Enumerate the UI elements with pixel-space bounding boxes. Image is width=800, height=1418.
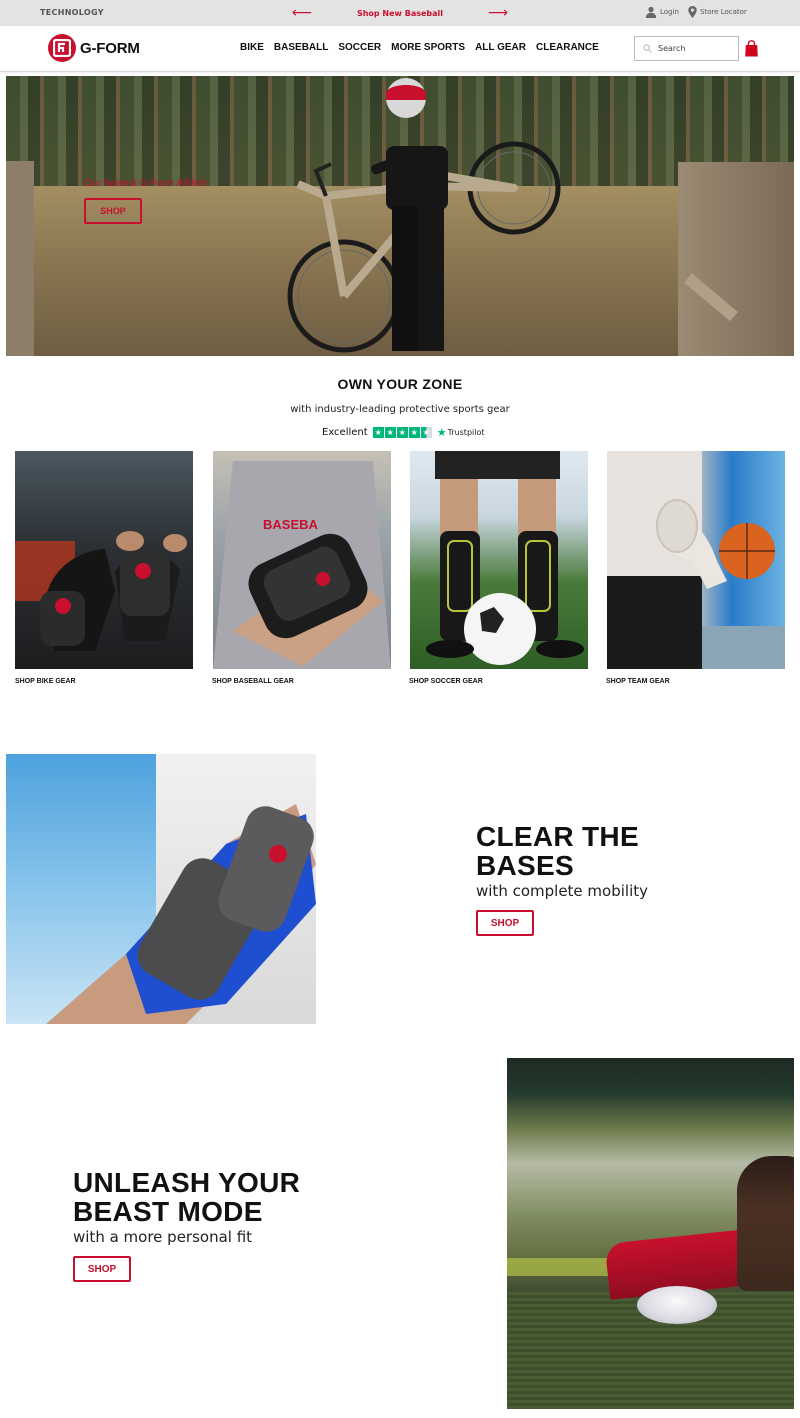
clear-the-bases-image — [6, 754, 316, 1024]
trustpilot-rating[interactable]: Excellent ★ ★ ★ ★ ★ ★ Trustpilot — [322, 426, 485, 439]
zone-title: OWN YOUR ZONE — [337, 376, 463, 392]
unleash-subtitle: with a more personal fit — [73, 1228, 253, 1246]
clear-the-bases-title-2: BASES — [476, 850, 574, 881]
store-locator-label: Store Locator — [700, 8, 747, 16]
tile-label-bike[interactable]: SHOP BIKE GEAR — [15, 678, 76, 685]
star-icon: ★ — [396, 427, 408, 438]
trustpilot-logo: ★ Trustpilot — [437, 426, 485, 439]
team-gear-image — [607, 451, 785, 669]
g-form-logo-icon — [48, 34, 76, 62]
search-box[interactable] — [634, 36, 739, 61]
promo-carousel: ⟵ Shop New Baseball ⟶ — [292, 5, 508, 21]
zone-subtitle: with industry-leading protective sports … — [290, 404, 510, 415]
unleash-title-2: BEAST MODE — [73, 1196, 263, 1227]
nav-item-bike[interactable]: BIKE — [240, 42, 264, 53]
brand-logo[interactable]: G-FORM — [48, 34, 140, 62]
hero-fence-left — [6, 161, 34, 356]
tile-label-baseball[interactable]: SHOP BASEBALL GEAR — [212, 678, 294, 685]
unleash-image — [507, 1058, 794, 1409]
rating-stars: ★ ★ ★ ★ ★ — [372, 427, 432, 438]
hero-shop-button[interactable]: SHOP — [84, 198, 142, 224]
star-icon: ★ — [384, 427, 396, 438]
tile-soccer-gear[interactable] — [410, 451, 588, 669]
tile-team-gear[interactable] — [607, 451, 785, 669]
promo-link[interactable]: Shop New Baseball — [357, 9, 443, 18]
search-input[interactable] — [658, 44, 728, 53]
hero-banner: Our Newest G-Form Athlete SHOP — [6, 76, 794, 356]
site-header: G-FORM BIKE BASEBALL SOCCER MORE SPORTS … — [0, 26, 800, 72]
elbow-guard-image — [46, 804, 316, 1024]
svg-text:BASEBA: BASEBA — [263, 517, 319, 532]
hero-text: Our Newest G-Form Athlete SHOP — [84, 178, 207, 224]
unleash-shop-button[interactable]: SHOP — [73, 1256, 131, 1282]
clear-the-bases-shop-button[interactable]: SHOP — [476, 910, 534, 936]
logo-text: G-FORM — [80, 39, 140, 57]
trustpilot-star-icon: ★ — [436, 426, 447, 439]
clear-the-bases-title-1: CLEAR THE — [476, 821, 639, 852]
top-promo-bar: TECHNOLOGY ⟵ Shop New Baseball ⟶ Login S… — [0, 0, 800, 26]
shopping-bag-icon — [745, 40, 758, 57]
star-icon: ★ — [408, 427, 420, 438]
star-icon: ★ — [372, 427, 384, 438]
bike-gear-image — [15, 531, 187, 651]
baseball-gear-image: BASEBA — [213, 461, 391, 669]
rating-label: Excellent — [322, 427, 368, 438]
technology-link[interactable]: TECHNOLOGY — [40, 8, 104, 17]
unleash-text: UNLEASH YOUR BEAST MODE with a more pers… — [73, 1168, 300, 1282]
nav-item-more-sports[interactable]: MORE SPORTS — [391, 42, 465, 53]
nav-item-all-gear[interactable]: ALL GEAR — [475, 42, 526, 53]
search-icon — [643, 44, 652, 53]
next-arrow-icon[interactable]: ⟶ — [488, 5, 508, 21]
tile-label-team[interactable]: SHOP TEAM GEAR — [606, 678, 670, 685]
tile-baseball-gear[interactable]: BASEBA — [213, 451, 391, 669]
login-link[interactable]: Login — [645, 6, 679, 18]
soccer-gear-image — [426, 451, 584, 665]
nav-item-clearance[interactable]: CLEARANCE — [536, 42, 599, 53]
previous-arrow-icon[interactable]: ⟵ — [292, 5, 312, 21]
nav-item-baseball[interactable]: BASEBALL — [274, 42, 328, 53]
hero-fence-right — [678, 162, 794, 356]
clear-the-bases-text: CLEAR THE BASES with complete mobility S… — [476, 822, 648, 936]
nav-item-soccer[interactable]: SOCCER — [338, 42, 381, 53]
unleash-title-1: UNLEASH YOUR — [73, 1167, 301, 1198]
user-icon — [645, 6, 657, 18]
login-label: Login — [660, 8, 679, 16]
half-star-icon: ★ — [420, 427, 432, 438]
hero-athlete-with-bike — [287, 78, 561, 353]
cart-link[interactable] — [745, 40, 758, 61]
trustpilot-label: Trustpilot — [447, 428, 485, 437]
map-pin-icon — [688, 6, 697, 18]
tile-bike-gear[interactable] — [15, 451, 193, 669]
tile-label-soccer[interactable]: SHOP SOCCER GEAR — [409, 678, 483, 685]
clear-the-bases-subtitle: with complete mobility — [476, 882, 648, 900]
main-nav: BIKE BASEBALL SOCCER MORE SPORTS ALL GEA… — [240, 42, 599, 53]
store-locator-link[interactable]: Store Locator — [688, 6, 747, 18]
hero-tagline: Our Newest G-Form Athlete — [84, 178, 208, 189]
